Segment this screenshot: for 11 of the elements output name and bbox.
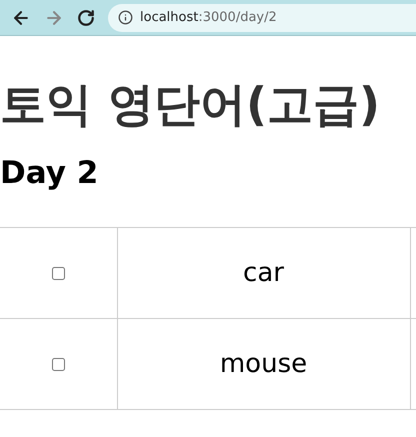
word-checkbox[interactable] [52,358,65,372]
info-icon [118,10,133,25]
reload-icon[interactable] [77,8,95,26]
word-checkbox[interactable] [52,267,65,280]
day-heading: Day 2 [0,154,100,193]
word-cell: mouse [117,318,410,410]
word-cell: car [117,228,410,318]
url-path: :3000/day/2 [198,8,277,27]
address-bar[interactable]: localhost:3000/day/2 [108,4,416,32]
url-host: localhost [140,8,198,27]
page-title: 토익 영단어(고급) [0,76,382,133]
